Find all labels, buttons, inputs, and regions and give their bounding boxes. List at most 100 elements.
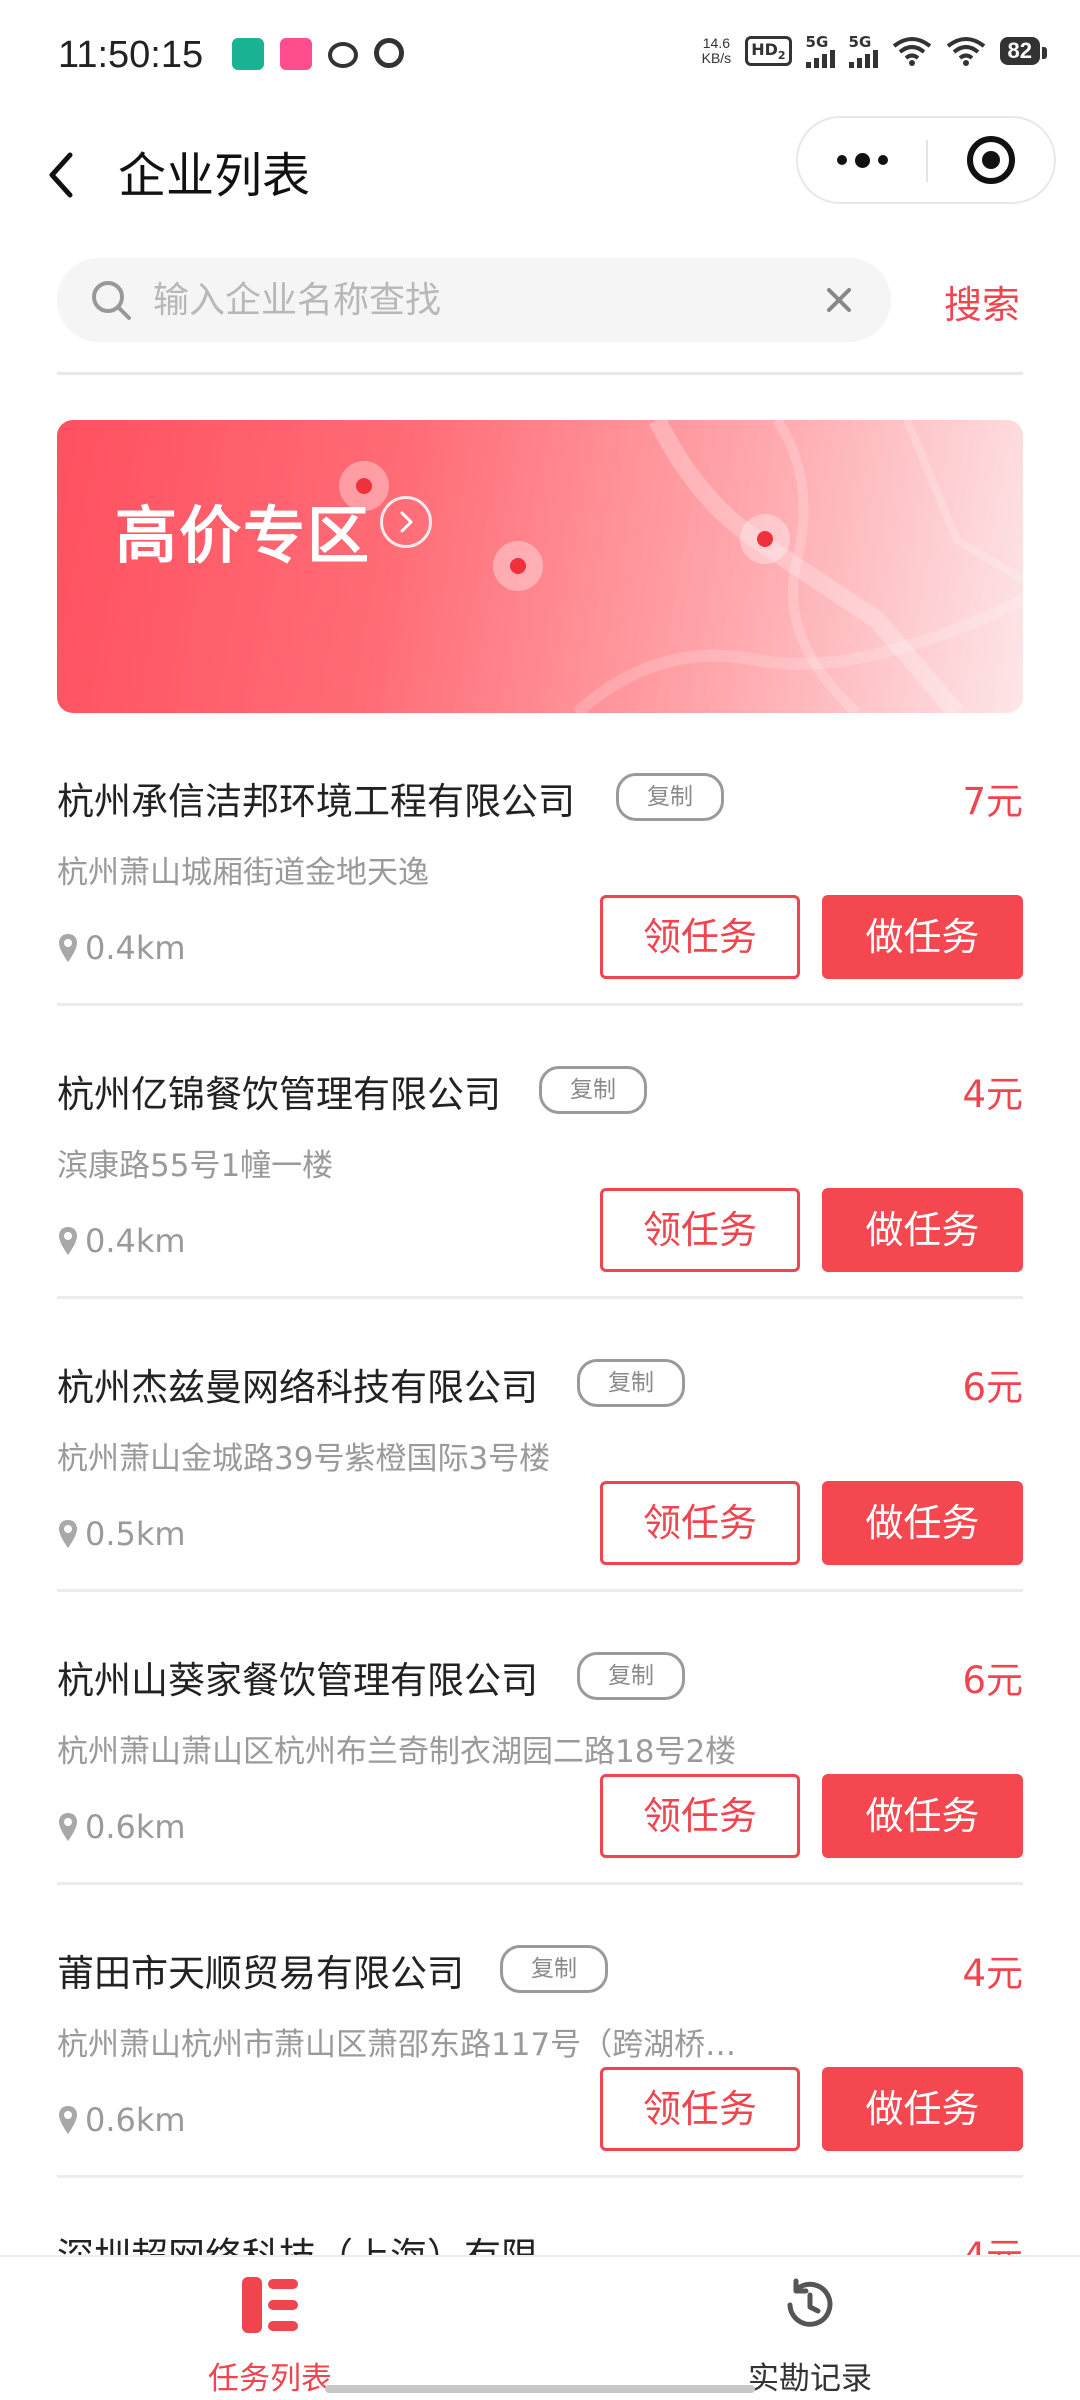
weibo-icon bbox=[328, 42, 358, 68]
claim-task-button[interactable]: 领任务 bbox=[600, 1188, 800, 1272]
do-task-button[interactable]: 做任务 bbox=[822, 895, 1023, 979]
location-pin-icon bbox=[59, 1813, 77, 1841]
signal-label-1: 5G bbox=[805, 33, 829, 51]
claim-task-button[interactable]: 领任务 bbox=[600, 1481, 800, 1565]
distance: 0.5km bbox=[57, 1515, 186, 1553]
company-address: 滨康路55号1幢一楼 bbox=[57, 1148, 334, 1184]
do-task-button[interactable]: 做任务 bbox=[822, 1481, 1023, 1565]
company-address: 杭州萧山金城路39号紫橙国际3号楼 bbox=[57, 1441, 551, 1477]
hd-icon: HD2 bbox=[745, 35, 792, 67]
claim-task-button[interactable]: 领任务 bbox=[600, 895, 800, 979]
company-list-item: 杭州杰兹曼网络科技有限公司 复制 6元 杭州萧山金城路39号紫橙国际3号楼 0.… bbox=[57, 1299, 1023, 1592]
task-price: 4元 bbox=[962, 1952, 1023, 1995]
boss-app-icon bbox=[232, 38, 264, 70]
location-pin-icon bbox=[59, 934, 77, 962]
company-name: 杭州承信洁邦环境工程有限公司 bbox=[57, 780, 575, 823]
company-list-item: 莆田市天顺贸易有限公司 复制 4元 杭州萧山杭州市萧山区萧邵东路117号（跨湖桥… bbox=[57, 1885, 1023, 2178]
company-name: 莆田市天顺贸易有限公司 bbox=[57, 1952, 464, 1995]
pink-app-icon bbox=[280, 38, 312, 70]
company-name: 杭州山葵家餐饮管理有限公司 bbox=[57, 1659, 538, 1702]
distance: 0.6km bbox=[57, 1808, 186, 1846]
copy-button[interactable]: 复制 bbox=[577, 1652, 685, 1700]
search-box bbox=[57, 258, 891, 342]
tab-task-list[interactable]: 任务列表 bbox=[0, 2257, 540, 2400]
claim-task-button[interactable]: 领任务 bbox=[600, 2067, 800, 2151]
distance-value: 0.6km bbox=[85, 2101, 186, 2139]
distance-value: 0.4km bbox=[85, 1222, 186, 1260]
task-price: 4元 bbox=[962, 2235, 1023, 2258]
status-bar: 11:50:15 14.6 KB/s HD2 5G 5G 82 bbox=[0, 0, 1080, 110]
search-input[interactable] bbox=[153, 270, 833, 330]
high-price-banner[interactable]: 高价专区 bbox=[57, 420, 1023, 713]
banner-title: 高价专区 bbox=[115, 499, 372, 572]
task-list-icon bbox=[242, 2277, 298, 2333]
nav-header: 企业列表 bbox=[0, 110, 1080, 240]
status-time: 11:50:15 bbox=[58, 34, 204, 76]
signal-icon-1: 5G bbox=[805, 33, 835, 68]
task-price: 6元 bbox=[962, 1659, 1023, 1702]
task-price: 6元 bbox=[962, 1366, 1023, 1409]
distance-value: 0.6km bbox=[85, 1808, 186, 1846]
company-name: 杭州杰兹曼网络科技有限公司 bbox=[57, 1366, 538, 1409]
do-task-button[interactable]: 做任务 bbox=[822, 2067, 1023, 2151]
location-pin-icon bbox=[59, 2106, 77, 2134]
distance: 0.4km bbox=[57, 929, 186, 967]
history-clock-icon bbox=[787, 2278, 833, 2327]
battery-indicator: 82 bbox=[999, 37, 1048, 65]
do-task-button[interactable]: 做任务 bbox=[822, 1188, 1023, 1272]
copy-button[interactable]: 复制 bbox=[539, 1066, 647, 1114]
task-price: 7元 bbox=[962, 780, 1023, 823]
company-name: 杭州亿锦餐饮管理有限公司 bbox=[57, 1073, 501, 1116]
more-button[interactable] bbox=[798, 118, 926, 202]
copy-button[interactable]: 复制 bbox=[616, 773, 724, 821]
status-indicators: 14.6 KB/s HD2 5G 5G 82 bbox=[702, 33, 1048, 68]
clear-icon[interactable] bbox=[821, 282, 857, 318]
page-title: 企业列表 bbox=[118, 148, 311, 204]
search-button[interactable]: 搜索 bbox=[944, 274, 1020, 329]
hd-label: HD bbox=[751, 39, 778, 59]
close-miniprogram-button[interactable] bbox=[928, 118, 1054, 202]
bottom-tab-bar: 任务列表 实勘记录 bbox=[0, 2255, 1080, 2400]
company-list-item: 杭州亿锦餐饮管理有限公司 复制 4元 滨康路55号1幢一楼 0.4km 领任务 … bbox=[57, 1006, 1023, 1299]
company-address: 杭州萧山杭州市萧山区萧邵东路117号（跨湖桥… bbox=[57, 2027, 737, 2063]
do-task-button[interactable]: 做任务 bbox=[822, 1774, 1023, 1858]
status-app-icons bbox=[232, 38, 404, 70]
chevron-right-circle-icon bbox=[380, 496, 432, 548]
copy-button[interactable]: 复制 bbox=[500, 1945, 608, 1993]
back-button[interactable] bbox=[40, 135, 100, 215]
copy-button[interactable]: 复制 bbox=[577, 1359, 685, 1407]
company-list-item: 杭州山葵家餐饮管理有限公司 复制 6元 杭州萧山萧山区杭州布兰奇制衣湖园二路18… bbox=[57, 1592, 1023, 1885]
distance: 0.6km bbox=[57, 2101, 186, 2139]
wifi-icon-1 bbox=[892, 37, 931, 66]
company-address: 杭州萧山萧山区杭州布兰奇制衣湖园二路18号2楼 bbox=[57, 1734, 737, 1770]
company-name: 深圳超网络科技（上海）有限 bbox=[57, 2235, 538, 2258]
company-list: 杭州承信洁邦环境工程有限公司 复制 7元 杭州萧山城厢街道金地天逸 0.4km … bbox=[0, 713, 1080, 2258]
target-icon bbox=[967, 136, 1015, 184]
task-price: 4元 bbox=[962, 1073, 1023, 1116]
tab-inspection-records[interactable]: 实勘记录 bbox=[540, 2257, 1080, 2400]
network-speed-unit: KB/s bbox=[701, 50, 732, 66]
hd-sub: 2 bbox=[777, 49, 786, 63]
claim-task-button[interactable]: 领任务 bbox=[600, 1774, 800, 1858]
distance-value: 0.5km bbox=[85, 1515, 186, 1553]
signal-label-2: 5G bbox=[848, 33, 872, 51]
distance-value: 0.4km bbox=[85, 929, 186, 967]
search-icon bbox=[92, 281, 131, 320]
location-pin-icon bbox=[59, 1227, 77, 1255]
network-speed: 14.6 KB/s bbox=[702, 36, 732, 66]
signal-icon-2: 5G bbox=[848, 33, 878, 68]
chevron-left-icon bbox=[49, 152, 73, 198]
company-list-item: 杭州承信洁邦环境工程有限公司 复制 7元 杭州萧山城厢街道金地天逸 0.4km … bbox=[57, 713, 1023, 1006]
map-pin-icon bbox=[740, 514, 790, 564]
location-pin-icon bbox=[59, 1520, 77, 1548]
home-indicator[interactable] bbox=[325, 2385, 755, 2393]
q-app-icon bbox=[374, 38, 404, 68]
wifi-icon-2 bbox=[946, 37, 985, 66]
map-pin-icon bbox=[493, 541, 543, 591]
network-speed-value: 14.6 bbox=[702, 35, 731, 51]
miniprogram-capsule bbox=[796, 116, 1056, 204]
divider bbox=[57, 372, 1023, 375]
distance: 0.4km bbox=[57, 1222, 186, 1260]
company-list-item-partial: 深圳超网络科技（上海）有限 4元 bbox=[57, 2178, 1023, 2258]
company-address: 杭州萧山城厢街道金地天逸 bbox=[57, 855, 429, 891]
